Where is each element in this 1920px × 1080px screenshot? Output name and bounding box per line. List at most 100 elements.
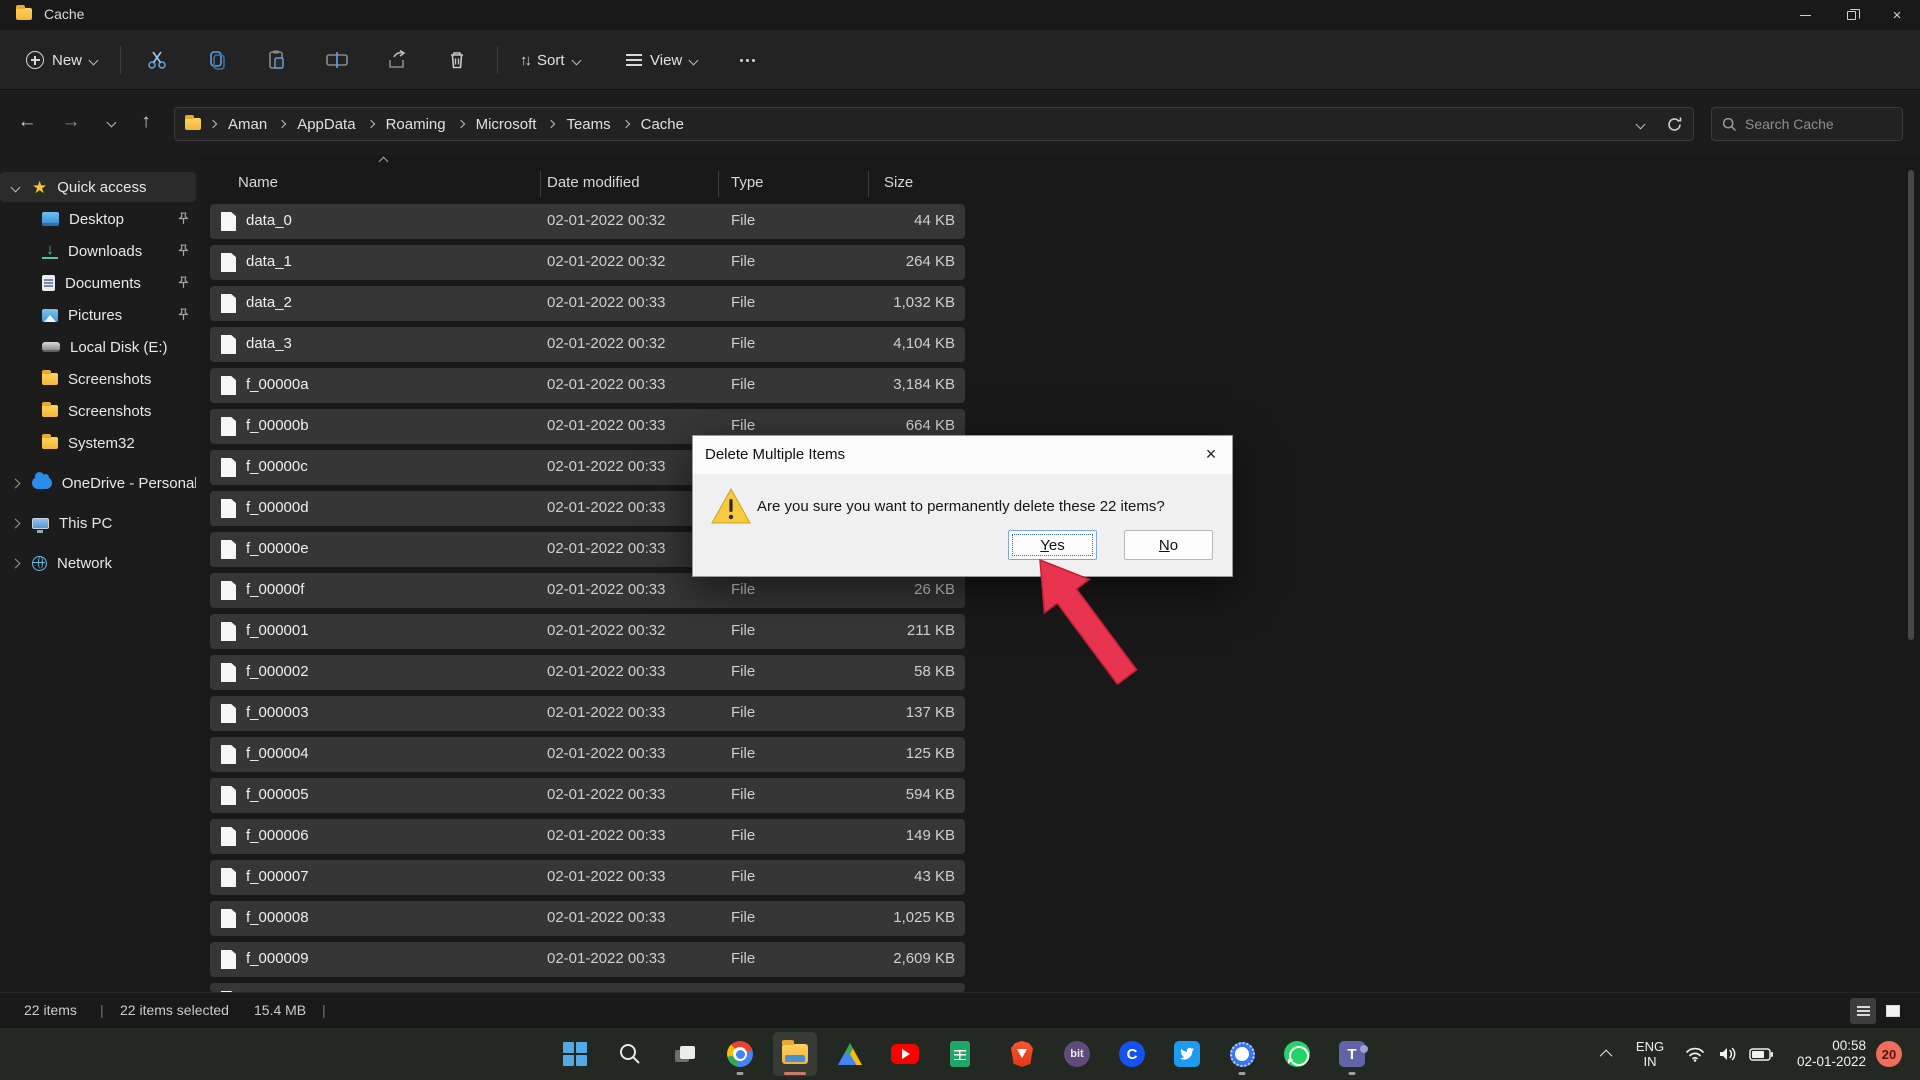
breadcrumb-segment[interactable]: Roaming — [383, 114, 449, 135]
file-row-partial[interactable] — [210, 983, 965, 992]
taskbar-bit[interactable]: bit — [1055, 1032, 1099, 1076]
breadcrumb-segment[interactable]: Cache — [638, 114, 687, 135]
sidebar-item-documents[interactable]: Documents — [0, 268, 196, 298]
title-bar: Cache × — [0, 0, 1920, 30]
up-button[interactable]: ↑ — [128, 105, 164, 139]
sidebar-item-screenshots-2[interactable]: Screenshots — [0, 396, 196, 426]
close-icon: × — [1892, 6, 1902, 24]
cut-button[interactable] — [145, 48, 169, 72]
refresh-icon[interactable] — [1666, 116, 1683, 133]
recent-locations-button[interactable] — [93, 105, 129, 139]
column-divider[interactable] — [868, 171, 869, 197]
paste-button[interactable] — [265, 48, 289, 72]
more-options-button[interactable] — [732, 42, 763, 78]
file-row[interactable]: f_00000a 02-01-2022 00:33 File 3,184 KB — [210, 368, 965, 403]
sidebar-item-quick-access[interactable]: ★ Quick access — [0, 172, 196, 202]
dialog-close-button[interactable]: × — [1194, 438, 1228, 470]
delete-button[interactable] — [445, 48, 469, 72]
file-icon — [221, 868, 236, 887]
breadcrumb-segment[interactable]: Microsoft — [473, 114, 540, 135]
taskbar-google-sheets[interactable] — [938, 1032, 982, 1076]
taskbar-search-button[interactable] — [608, 1032, 652, 1076]
whatsapp-icon — [1284, 1041, 1310, 1067]
sidebar-item-screenshots[interactable]: Screenshots — [0, 364, 196, 394]
details-view-toggle[interactable] — [1850, 998, 1876, 1024]
file-row[interactable]: f_000007 02-01-2022 00:33 File 43 KB — [210, 860, 965, 895]
minimize-button[interactable] — [1782, 0, 1828, 30]
file-row[interactable]: f_000003 02-01-2022 00:33 File 137 KB — [210, 696, 965, 731]
column-header-name[interactable]: Name — [238, 174, 278, 191]
window-folder-icon — [16, 5, 32, 20]
tray-battery[interactable] — [1744, 1028, 1778, 1080]
tray-clock[interactable]: 00:58 02-01-2022 — [1782, 1028, 1866, 1080]
column-header-date[interactable]: Date modified — [547, 174, 640, 191]
tray-wifi[interactable] — [1680, 1028, 1710, 1080]
file-row[interactable]: data_0 02-01-2022 00:32 File 44 KB — [210, 204, 965, 239]
sort-ascending-icon — [378, 156, 389, 167]
sidebar-item-this-pc[interactable]: This PC — [0, 508, 196, 538]
file-row[interactable]: data_2 02-01-2022 00:33 File 1,032 KB — [210, 286, 965, 321]
file-icon — [221, 909, 236, 928]
yes-button[interactable]: Yes — [1008, 530, 1097, 560]
speaker-icon — [1720, 1047, 1736, 1061]
sidebar-item-downloads[interactable]: ↓ Downloads — [0, 236, 196, 266]
taskbar-brave[interactable] — [1000, 1032, 1044, 1076]
taskbar-teams[interactable]: T — [1330, 1032, 1374, 1076]
view-button[interactable]: View — [618, 42, 705, 78]
vertical-scrollbar[interactable] — [1908, 170, 1914, 640]
tray-show-hidden-icons[interactable] — [1592, 1028, 1622, 1080]
file-row[interactable]: data_1 02-01-2022 00:32 File 264 KB — [210, 245, 965, 280]
rename-button[interactable] — [325, 48, 349, 72]
forward-button[interactable]: → — [53, 105, 89, 139]
no-button[interactable]: No — [1124, 530, 1213, 560]
close-button[interactable]: × — [1874, 0, 1920, 30]
back-button[interactable]: ← — [9, 105, 45, 139]
sidebar-item-local-disk-e[interactable]: Local Disk (E:) — [0, 332, 196, 362]
file-row[interactable]: f_000002 02-01-2022 00:33 File 58 KB — [210, 655, 965, 690]
column-header-size[interactable]: Size — [884, 174, 913, 191]
file-row[interactable]: data_3 02-01-2022 00:32 File 4,104 KB — [210, 327, 965, 362]
taskbar-chrome[interactable] — [718, 1032, 762, 1076]
search-input[interactable] — [1745, 116, 1875, 132]
sidebar-item-desktop[interactable]: Desktop — [0, 204, 196, 234]
file-row[interactable]: f_000008 02-01-2022 00:33 File 1,025 KB — [210, 901, 965, 936]
task-view-button[interactable] — [663, 1032, 707, 1076]
sort-button[interactable]: ↑↓ Sort — [512, 42, 588, 78]
file-icon — [221, 499, 236, 518]
address-dropdown-icon[interactable] — [1635, 119, 1646, 129]
taskbar-whatsapp[interactable] — [1275, 1032, 1319, 1076]
tray-language-switcher[interactable]: ENG IN — [1628, 1028, 1672, 1080]
column-header-type[interactable]: Type — [731, 174, 764, 191]
thumbnail-view-toggle[interactable] — [1880, 998, 1906, 1024]
column-divider[interactable] — [540, 171, 541, 197]
file-row[interactable]: f_000009 02-01-2022 00:33 File 2,609 KB — [210, 942, 965, 977]
new-button[interactable]: New — [18, 42, 105, 78]
tray-volume[interactable] — [1712, 1028, 1744, 1080]
sidebar-item-onedrive[interactable]: OneDrive - Personal — [0, 468, 196, 498]
file-row[interactable]: f_000004 02-01-2022 00:33 File 125 KB — [210, 737, 965, 772]
start-button[interactable] — [553, 1032, 597, 1076]
file-row[interactable]: f_000006 02-01-2022 00:33 File 149 KB — [210, 819, 965, 854]
column-divider[interactable] — [718, 171, 719, 197]
sidebar-item-pictures[interactable]: Pictures — [0, 300, 196, 330]
notification-badge[interactable]: 20 — [1876, 1041, 1902, 1067]
address-bar[interactable]: Aman AppData Roaming Microsoft Teams Cac… — [174, 107, 1694, 141]
taskbar-file-explorer[interactable] — [773, 1032, 817, 1076]
breadcrumb-segment[interactable]: AppData — [294, 114, 358, 135]
taskbar-youtube[interactable] — [883, 1032, 927, 1076]
restore-button[interactable] — [1828, 0, 1874, 30]
breadcrumb-segment[interactable]: Aman — [225, 114, 270, 135]
taskbar-coinbase[interactable]: C — [1110, 1032, 1154, 1076]
sidebar-item-network[interactable]: Network — [0, 548, 196, 578]
breadcrumb-segment[interactable]: Teams — [563, 114, 613, 135]
taskbar-signal[interactable] — [1220, 1032, 1264, 1076]
taskbar-twitter[interactable] — [1165, 1032, 1209, 1076]
copy-button[interactable] — [205, 48, 229, 72]
sidebar-item-system32[interactable]: System32 — [0, 428, 196, 458]
share-button[interactable] — [385, 48, 409, 72]
taskbar-google-drive[interactable] — [828, 1032, 872, 1076]
search-box[interactable] — [1711, 107, 1903, 141]
file-row[interactable]: f_00000f 02-01-2022 00:33 File 26 KB — [210, 573, 965, 608]
file-row[interactable]: f_000001 02-01-2022 00:32 File 211 KB — [210, 614, 965, 649]
file-row[interactable]: f_000005 02-01-2022 00:33 File 594 KB — [210, 778, 965, 813]
